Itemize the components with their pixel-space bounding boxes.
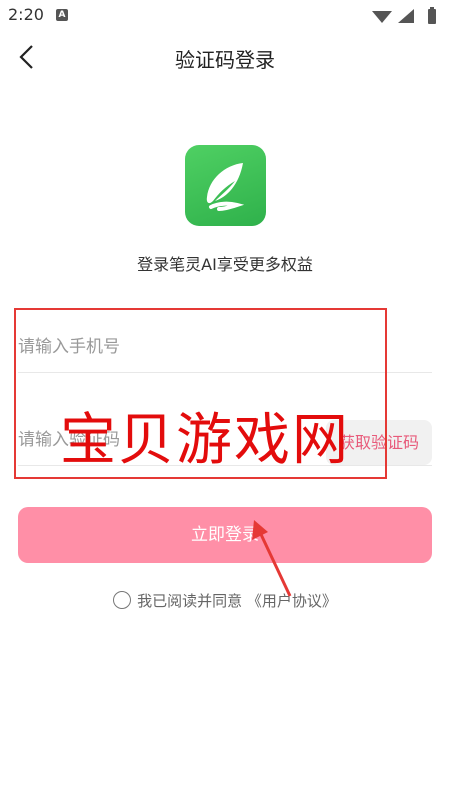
annotation-arrow xyxy=(252,520,292,597)
signal-icon xyxy=(398,9,414,23)
agreement-text: 我已阅读并同意 xyxy=(137,592,243,610)
status-bar: 2:20 A xyxy=(0,0,450,32)
page-title: 验证码登录 xyxy=(175,48,275,72)
app-logo xyxy=(185,145,266,226)
feather-icon xyxy=(206,163,245,211)
watermark-text: 宝贝游戏网 xyxy=(60,408,350,473)
agreement-radio[interactable] xyxy=(113,591,132,609)
notification-icon: A xyxy=(56,9,68,21)
header: 验证码登录 xyxy=(0,32,450,82)
status-time: 2:20 xyxy=(8,5,44,24)
wifi-icon xyxy=(372,11,392,23)
status-icons xyxy=(372,7,436,24)
subtitle: 登录笔灵AI享受更多权益 xyxy=(137,255,313,274)
login-button[interactable]: 立即登录 xyxy=(18,507,432,563)
battery-icon xyxy=(428,9,436,24)
agreement: 我已阅读并同意 《用户协议》 xyxy=(0,590,450,611)
